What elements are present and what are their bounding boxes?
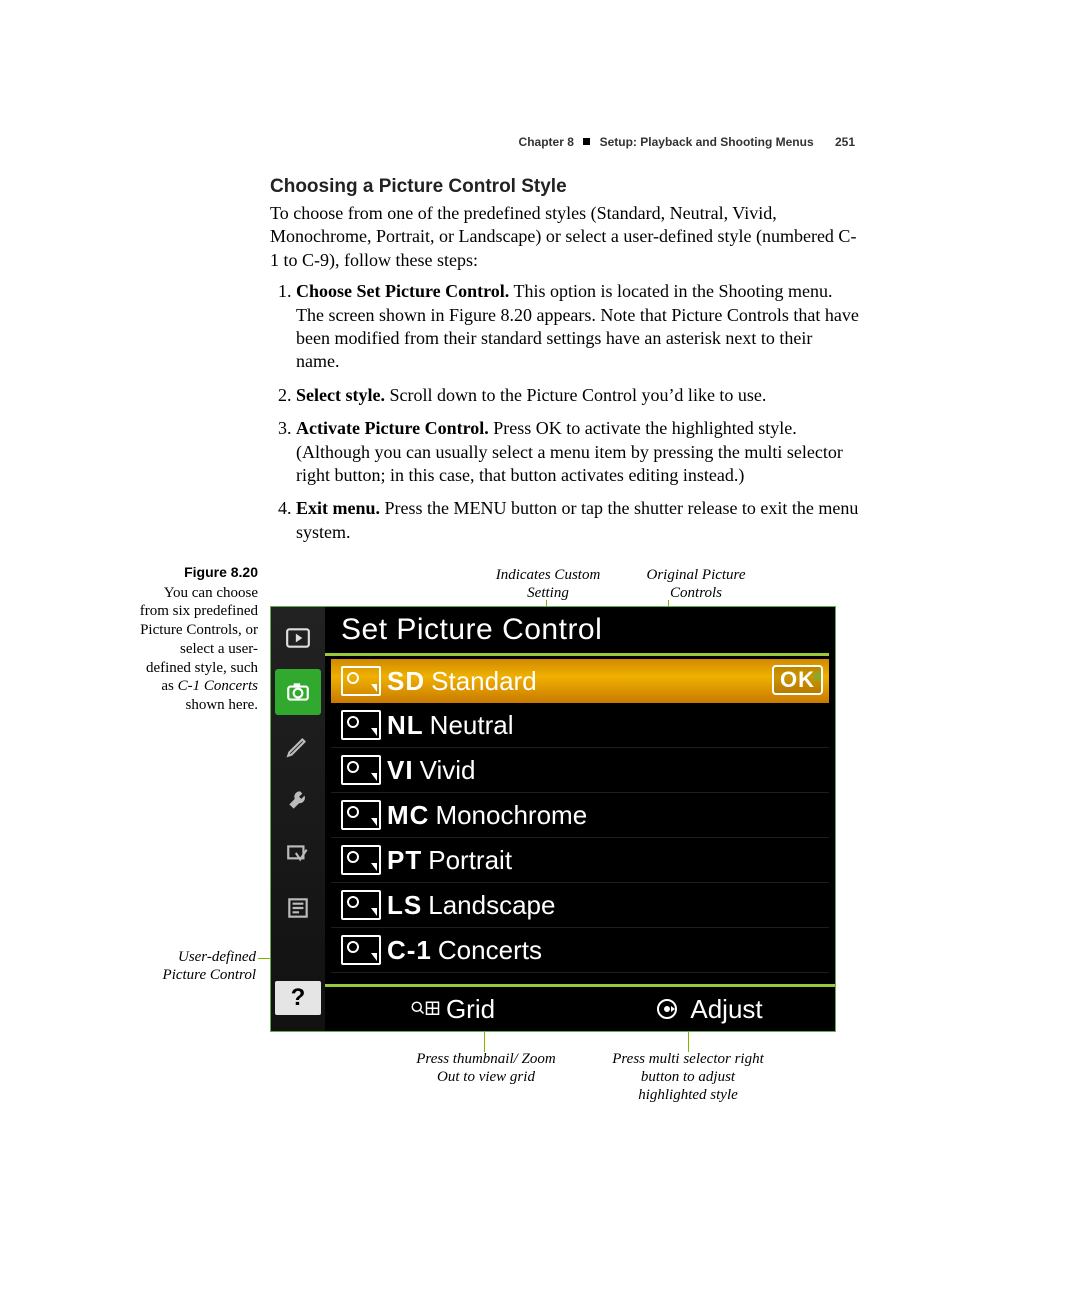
mymenu-tab[interactable] (275, 885, 321, 931)
pc-code: C-1 (387, 935, 432, 966)
shooting-tab[interactable] (275, 669, 321, 715)
chapter-label: Chapter 8 (519, 135, 574, 149)
step-item: Select style. Scroll down to the Picture… (296, 384, 860, 407)
step-list: Choose Set Picture Control. This option … (270, 280, 860, 544)
pc-label: Standard (431, 666, 808, 697)
picture-control-item-vivid[interactable]: VI Vivid (331, 748, 829, 793)
zoom-grid-icon (410, 997, 440, 1021)
screen-title: Set Picture Control (341, 613, 602, 647)
callout-original-controls: Original Picture Controls (626, 566, 766, 602)
pc-code: SD (387, 666, 425, 697)
step-bold: Activate Picture Control. (296, 418, 489, 438)
grid-label: Grid (446, 994, 495, 1025)
help-tab[interactable]: ? (275, 981, 321, 1015)
figure-label: Figure 8.20 (138, 564, 258, 582)
pc-code: MC (387, 800, 429, 831)
grid-hint[interactable]: Grid (325, 994, 580, 1025)
step-text: Scroll down to the Picture Control you’d… (385, 385, 766, 405)
ok-badge[interactable]: OK (772, 665, 823, 695)
adjust-label: Adjust (690, 994, 762, 1025)
step-text: Press the MENU button or tap the shutter… (296, 498, 858, 541)
step-item: Exit menu. Press the MENU button or tap … (296, 497, 860, 544)
play-icon (285, 625, 311, 651)
picture-control-item-portrait[interactable]: PT Portrait (331, 838, 829, 883)
pc-code: PT (387, 845, 422, 876)
pc-label: Portrait (428, 845, 823, 876)
setup-tab[interactable] (275, 777, 321, 823)
camera-icon (285, 679, 311, 705)
leader-line (484, 1032, 485, 1052)
picture-control-item-standard[interactable]: SD Standard * OK (331, 659, 829, 703)
section-heading: Choosing a Picture Control Style (270, 176, 860, 198)
help-icon: ? (291, 984, 306, 1012)
running-header: Chapter 8 Setup: Playback and Shooting M… (519, 135, 855, 149)
callout-adjust-hint: Press multi selector right button to adj… (608, 1050, 768, 1104)
callout-grid-hint: Press thumbnail/ Zoom Out to view grid (406, 1050, 566, 1086)
leader-line (688, 1032, 689, 1052)
section-intro: To choose from one of the predefined sty… (270, 202, 860, 272)
picture-control-item-monochrome[interactable]: MC Monochrome (331, 793, 829, 838)
step-item: Choose Set Picture Control. This option … (296, 280, 860, 374)
playback-tab[interactable] (275, 615, 321, 661)
multi-selector-icon (652, 997, 682, 1021)
pc-code: NL (387, 710, 424, 741)
step-bold: Choose Set Picture Control. (296, 281, 509, 301)
picture-control-item-neutral[interactable]: NL Neutral (331, 703, 829, 748)
picture-control-icon (341, 935, 381, 965)
pc-label: Vivid (420, 755, 823, 786)
pc-label: Monochrome (435, 800, 823, 831)
picture-control-icon (341, 890, 381, 920)
adjust-hint[interactable]: Adjust (580, 994, 835, 1025)
pc-label: Concerts (438, 935, 823, 966)
step-bold: Select style. (296, 385, 385, 405)
chapter-title: Setup: Playback and Shooting Menus (600, 135, 814, 149)
screen-bottom-bar: Grid Adjust (325, 984, 835, 1031)
picture-control-item-concerts[interactable]: C-1 Concerts (331, 928, 829, 973)
figure-caption-text: You can choose from six predefined Pictu… (140, 585, 258, 714)
pc-code: LS (387, 890, 422, 921)
custom-tab[interactable] (275, 723, 321, 769)
pc-label: Neutral (430, 710, 823, 741)
header-separator-icon (583, 138, 590, 145)
page-number: 251 (835, 135, 855, 149)
callout-user-defined: User-defined Picture Control (138, 948, 256, 984)
retouch-tab[interactable] (275, 831, 321, 877)
menu-tab-column: ? (271, 607, 325, 1031)
wrench-icon (285, 787, 311, 813)
picture-control-item-landscape[interactable]: LS Landscape (331, 883, 829, 928)
picture-control-icon (341, 845, 381, 875)
picture-control-list: SD Standard * OK NL Neutral VI Vivid (331, 659, 829, 973)
retouch-icon (285, 841, 311, 867)
pencil-icon (285, 733, 311, 759)
figure-caption: Figure 8.20 You can choose from six pred… (138, 564, 258, 715)
picture-control-icon (341, 666, 381, 696)
pc-code: VI (387, 755, 414, 786)
picture-control-icon (341, 710, 381, 740)
callout-custom-setting: Indicates Custom Setting (478, 566, 618, 602)
step-item: Activate Picture Control. Press OK to ac… (296, 417, 860, 487)
title-rule (325, 653, 829, 656)
mymenu-icon (285, 895, 311, 921)
picture-control-icon (341, 800, 381, 830)
pc-label: Landscape (428, 890, 823, 921)
picture-control-icon (341, 755, 381, 785)
camera-screen: ? Set Picture Control SD Standard * OK N… (270, 606, 836, 1032)
step-bold: Exit menu. (296, 498, 380, 518)
